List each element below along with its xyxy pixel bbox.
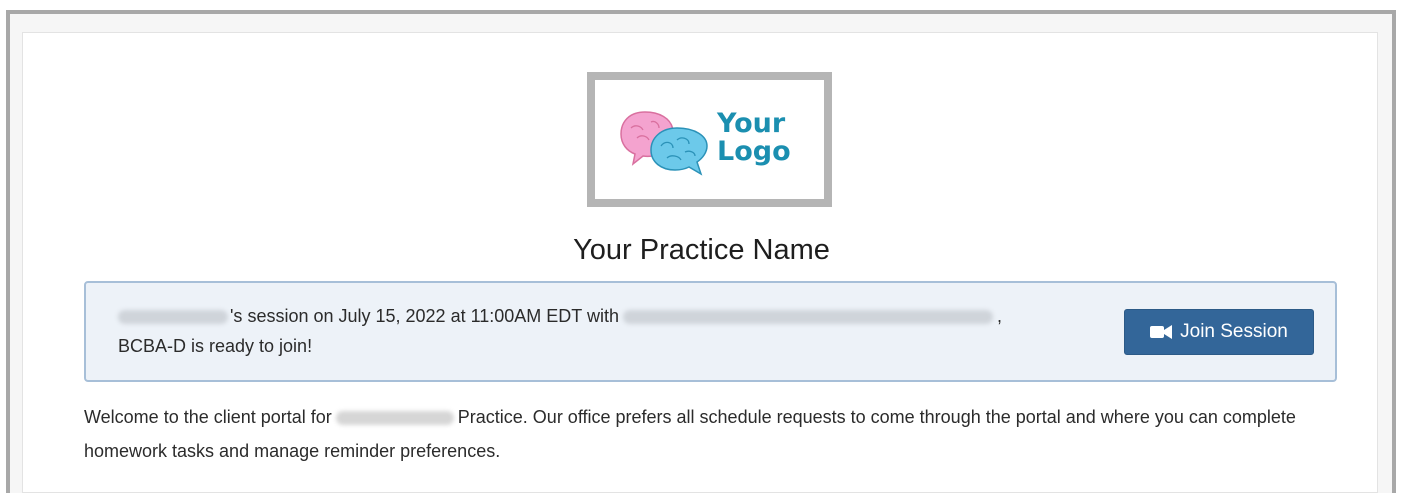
welcome-message: Welcome to the client portal for Practice… [84, 400, 1359, 468]
redacted-practice-name [335, 411, 454, 426]
welcome-text-part-1: Welcome to the client portal for [84, 407, 332, 427]
session-banner: 's session on July 15, 2022 at 11:00AM E… [84, 281, 1337, 382]
join-session-label: Join Session [1180, 321, 1288, 342]
redacted-client-name [118, 310, 228, 325]
brain-speech-bubbles-icon [620, 111, 708, 176]
redacted-provider-name [622, 310, 993, 325]
video-camera-icon [1150, 325, 1173, 339]
practice-logo: Your Logo [587, 72, 832, 207]
session-text-part-2: , [996, 306, 1002, 326]
session-text-part-3: BCBA-D is ready to join! [118, 336, 313, 356]
logo-text: Your Logo [717, 108, 791, 167]
join-session-button[interactable]: Join Session [1124, 309, 1314, 355]
session-message: 's session on July 15, 2022 at 11:00AM E… [118, 301, 1078, 361]
practice-name: Your Practice Name [573, 234, 830, 266]
session-text-part-1: 's session on July 15, 2022 at 11:00AM E… [230, 306, 619, 326]
